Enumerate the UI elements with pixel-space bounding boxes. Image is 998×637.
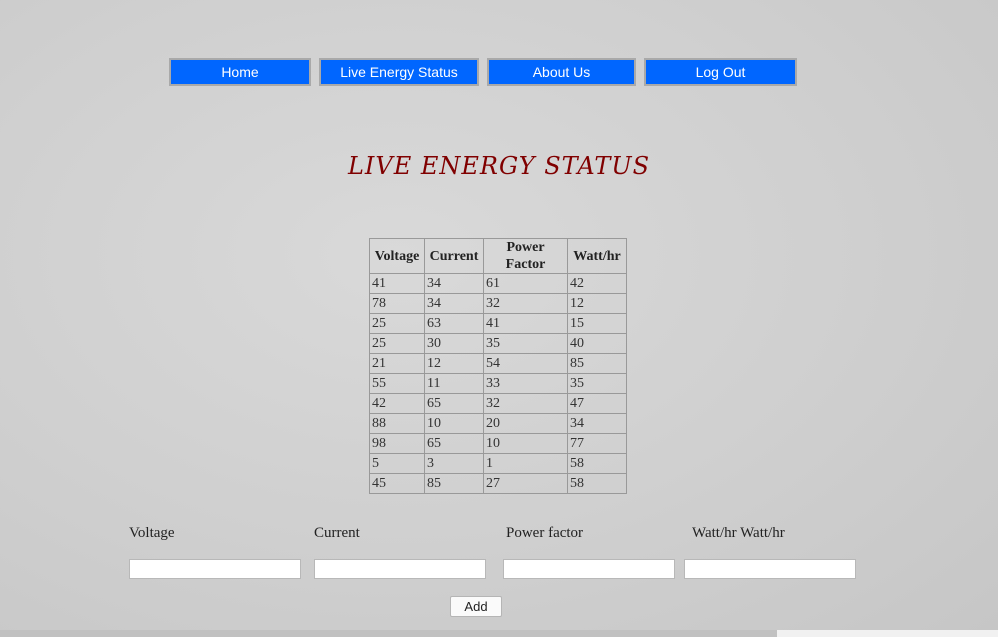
nav-about-us-button[interactable]: About Us [487, 58, 636, 86]
table-cell: 98 [369, 433, 425, 454]
table-row: 41 34 61 42 [369, 273, 627, 294]
page-title: LIVE ENERGY STATUS [347, 152, 651, 180]
table-cell: 65 [424, 393, 484, 414]
table-header-row: Voltage Current Power Factor Watt/hr [369, 238, 627, 274]
table-cell: 11 [424, 373, 484, 394]
nav-live-energy-status-button[interactable]: Live Energy Status [319, 58, 479, 86]
table-cell: 78 [369, 293, 425, 314]
table-row: 55 11 33 35 [369, 373, 627, 394]
table-cell: 47 [567, 393, 627, 414]
table-cell: 35 [483, 333, 568, 354]
table-cell: 32 [483, 393, 568, 414]
table-cell: 58 [567, 453, 627, 474]
table-row: 25 30 35 40 [369, 333, 627, 354]
energy-status-table: Voltage Current Power Factor Watt/hr 41 3… [369, 238, 627, 494]
table-cell: 20 [483, 413, 568, 434]
watt-hr-input[interactable] [684, 559, 856, 579]
table-cell: 40 [567, 333, 627, 354]
top-nav: Home Live Energy Status About Us Log Out [0, 58, 998, 90]
table-cell: 12 [567, 293, 627, 314]
table-cell: 1 [483, 453, 568, 474]
table-cell: 88 [369, 413, 425, 434]
table-cell: 65 [424, 433, 484, 454]
table-row: 88 10 20 34 [369, 413, 627, 434]
table-row: 78 34 32 12 [369, 293, 627, 314]
current-input[interactable] [314, 559, 486, 579]
table-cell: 10 [424, 413, 484, 434]
table-cell: 35 [567, 373, 627, 394]
table-cell: 54 [483, 353, 568, 374]
scrollbar-thumb[interactable] [0, 630, 777, 637]
table-cell: 32 [483, 293, 568, 314]
voltage-label: Voltage [129, 525, 175, 541]
table-cell: 85 [567, 353, 627, 374]
table-cell: 41 [369, 273, 425, 294]
table-row: 5 3 1 58 [369, 453, 627, 474]
table-cell: 58 [567, 473, 627, 494]
power-factor-label: Power factor [506, 525, 584, 541]
table-cell: 5 [369, 453, 425, 474]
add-button[interactable]: Add [450, 596, 502, 617]
table-cell: 45 [369, 473, 425, 494]
header-watt-hr: Watt/hr [567, 238, 627, 274]
table-row: 42 65 32 47 [369, 393, 627, 414]
nav-log-out-button[interactable]: Log Out [644, 58, 797, 86]
table-row: 25 63 41 15 [369, 313, 627, 334]
table-cell: 33 [483, 373, 568, 394]
table-cell: 3 [424, 453, 484, 474]
table-cell: 34 [424, 273, 484, 294]
table-cell: 34 [424, 293, 484, 314]
watt-hr-label: Watt/hr Watt/hr [692, 525, 785, 541]
table-row: 21 12 54 85 [369, 353, 627, 374]
table-cell: 55 [369, 373, 425, 394]
nav-home-button[interactable]: Home [169, 58, 311, 86]
table-row: 45 85 27 58 [369, 473, 627, 494]
table-row: 98 65 10 77 [369, 433, 627, 454]
table-cell: 34 [567, 413, 627, 434]
table-cell: 41 [483, 313, 568, 334]
table-cell: 30 [424, 333, 484, 354]
voltage-input[interactable] [129, 559, 301, 579]
table-cell: 77 [567, 433, 627, 454]
table-cell: 10 [483, 433, 568, 454]
table-cell: 42 [369, 393, 425, 414]
power-factor-input[interactable] [503, 559, 675, 579]
table-cell: 12 [424, 353, 484, 374]
table-cell: 25 [369, 313, 425, 334]
table-body: 41 34 61 42 78 34 32 12 25 63 41 15 25 30 35 40 21 12 54 85… [369, 273, 627, 494]
table-cell: 61 [483, 273, 568, 294]
header-voltage: Voltage [369, 238, 425, 274]
header-current: Current [424, 238, 484, 274]
table-cell: 27 [483, 473, 568, 494]
table-cell: 25 [369, 333, 425, 354]
table-cell: 21 [369, 353, 425, 374]
current-label: Current [314, 525, 360, 541]
table-cell: 63 [424, 313, 484, 334]
horizontal-scrollbar[interactable] [0, 630, 998, 637]
table-cell: 15 [567, 313, 627, 334]
header-power-factor: Power Factor [483, 238, 568, 274]
table-cell: 85 [424, 473, 484, 494]
table-cell: 42 [567, 273, 627, 294]
